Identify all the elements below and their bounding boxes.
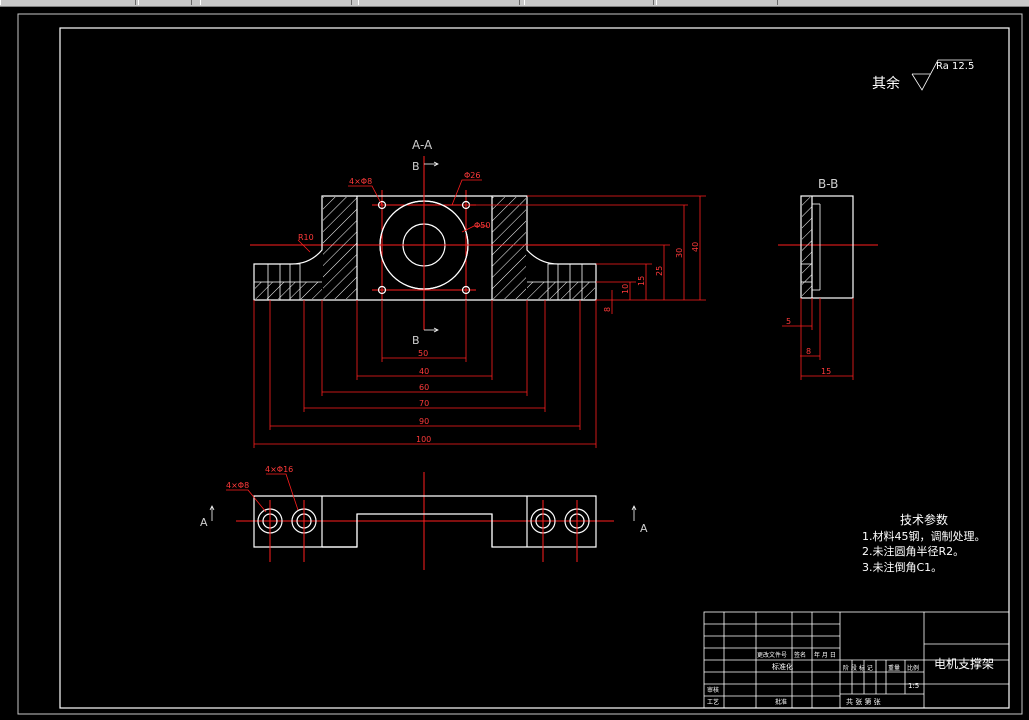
cad-drawing-canvas[interactable]: 其余 Ra 12.5 A-A B B 4×Φ8 Φ26 Φ50 R10 50 4… [0,0,1029,720]
title-block: 电机支撑架 更改文件号 签名 年 月 日 标准化 阶 段 标 记 重量 比例 1… [703,611,1010,709]
technical-notes: 技术参数 1.材料45钢，调制处理。 2.未注圆角半径R2。 3.未注倒角C1。 [862,512,986,574]
section-aa-view: A-A B B 4×Φ8 Φ26 Φ50 R10 50 40 60 70 90 … [250,138,706,448]
section-b-marker-top: B [412,160,420,173]
dim-v-15: 15 [637,276,646,286]
front-horizontal-dimensions: 50 40 60 70 90 100 [253,300,597,448]
tech-title: 技术参数 [900,512,948,527]
dim-50: 50 [418,349,428,358]
note-4-holes-phi8: 4×Φ8 [349,177,372,186]
dim-90: 90 [419,417,429,426]
tb-standard: 标准化 [772,662,793,671]
tech-item-3: 3.未注倒角C1。 [862,560,942,574]
tb-approve: 批准 [775,698,787,706]
tb-scale-value: 1:5 [908,682,919,690]
dim-v-10: 10 [621,284,630,294]
note-phi26: Φ26 [464,171,480,180]
tb-stage-mark: 阶 段 标 记 [843,664,873,672]
section-a-marker-right: A [640,522,648,535]
section-aa-title: A-A [412,138,433,152]
tb-process: 工艺 [707,698,719,706]
note-r10: R10 [298,233,314,242]
section-bb-title: B-B [818,177,838,191]
dim-100: 100 [416,435,431,444]
section-bb-view: B-B 5 8 15 [778,177,878,380]
tech-item-2: 2.未注圆角半径R2。 [862,544,964,558]
tb-date: 年 月 日 [814,651,836,659]
tb-sign: 签名 [794,651,806,659]
tb-sheets: 共 张 第 张 [846,697,881,706]
plan-note-phi16: 4×Φ16 [265,465,293,474]
dim-s-5: 5 [786,317,791,326]
tech-item-1: 1.材料45钢，调制处理。 [862,529,986,543]
outer-sheet-border [17,13,1023,715]
plan-note-phi8: 4×Φ8 [226,481,249,490]
inner-drawing-frame [59,27,1010,709]
dim-v-30: 30 [675,248,684,258]
note-phi50: Φ50 [474,221,490,230]
surface-roughness-value: Ra 12.5 [936,61,974,72]
section-a-marker-left: A [200,516,208,529]
tb-scale: 比例 [907,664,919,672]
drawing-name: 电机支撑架 [934,656,994,671]
plan-view: 4×Φ8 4×Φ16 A A [200,465,648,570]
section-b-marker-bottom: B [412,334,420,347]
dim-70: 70 [419,399,429,408]
dim-v-25: 25 [655,266,664,276]
surface-finish-label: 其余 [872,75,900,92]
dim-s-8: 8 [806,347,811,356]
dim-40: 40 [419,367,429,376]
dim-s-15: 15 [821,367,831,376]
dim-60: 60 [419,383,429,392]
dim-v-8: 8 [603,307,612,312]
surface-finish-symbol: 其余 Ra 12.5 [872,59,974,92]
tb-review: 审核 [707,686,719,694]
dim-v-40: 40 [691,242,700,252]
tb-weight: 重量 [888,664,900,672]
tb-change-doc: 更改文件号 [757,651,787,659]
